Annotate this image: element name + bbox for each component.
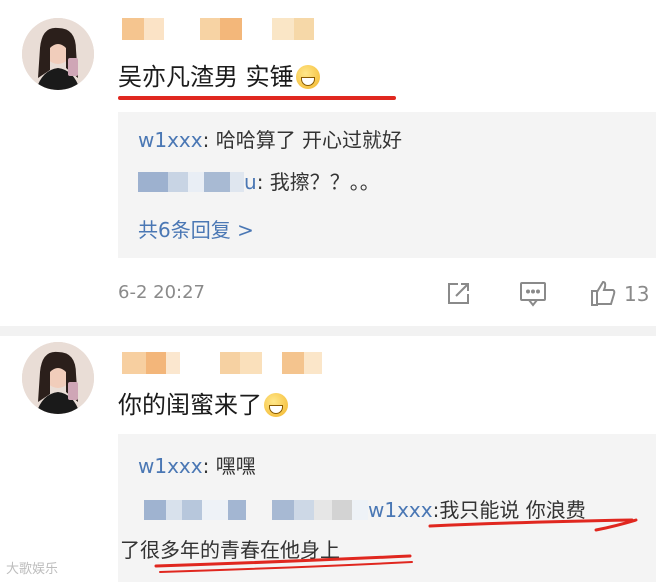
reply-item: w1xxx: 哈哈算了 开心过就好 [138, 128, 403, 152]
red-underline [118, 96, 396, 100]
watermark: 大歌娱乐 [6, 562, 59, 577]
red-underline-stroke [154, 518, 638, 573]
avatar[interactable] [22, 18, 94, 90]
comment-icon [520, 282, 546, 307]
laugh-emoji-icon [295, 65, 320, 89]
post-divider [0, 326, 656, 336]
comment-post-2: 你的闺蜜来了 w1xxx: 嘿嘿 w1xxx:我只能说 你浪费 了很多年的青春在… [0, 336, 656, 582]
comment-post-1: 吴亦凡渣男 实锤 w1xxx: 哈哈算了 开心过就好 u: 我擦？？。。 共6条… [0, 0, 656, 330]
comment-button[interactable] [518, 280, 548, 310]
view-more-replies-link[interactable]: 共6条回复 > [138, 214, 254, 243]
reply-username[interactable]: w1xxx [138, 128, 203, 152]
like-icon [591, 280, 616, 306]
like-button[interactable]: 13 [588, 278, 649, 308]
reply-box[interactable]: w1xxx: 哈哈算了 开心过就好 u: 我擦？？。。 共6条回复 > [118, 112, 656, 258]
comment-text: 吴亦凡渣男 实锤 [118, 62, 320, 92]
timestamp: 6-2 20:27 [118, 282, 205, 303]
share-icon [448, 283, 469, 304]
reply-username[interactable]: u [138, 170, 257, 194]
reply-item: u: 我擦？？。。 [138, 168, 380, 196]
share-button[interactable] [444, 280, 472, 310]
blurred-username[interactable] [122, 18, 332, 40]
like-count: 13 [624, 282, 650, 306]
